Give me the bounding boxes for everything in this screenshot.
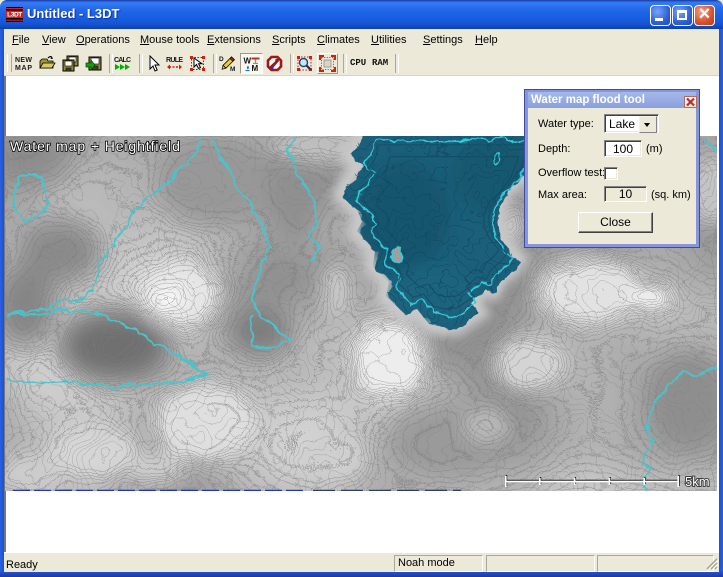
svg-text:RULE: RULE — [166, 57, 183, 64]
svg-text:W: W — [244, 57, 252, 66]
svg-text:M: M — [252, 64, 259, 72]
svg-text:MAP: MAP — [15, 65, 32, 72]
svg-text:M: M — [230, 66, 235, 72]
svg-text:L3DT: L3DT — [7, 12, 22, 19]
svg-text:D: D — [219, 56, 224, 63]
svg-text:NEW: NEW — [15, 57, 32, 64]
svg-text:Water map + Heightfield: Water map + Heightfield — [10, 138, 181, 154]
svg-text:CALC: CALC — [114, 57, 131, 64]
svg-text:5km: 5km — [685, 474, 710, 489]
